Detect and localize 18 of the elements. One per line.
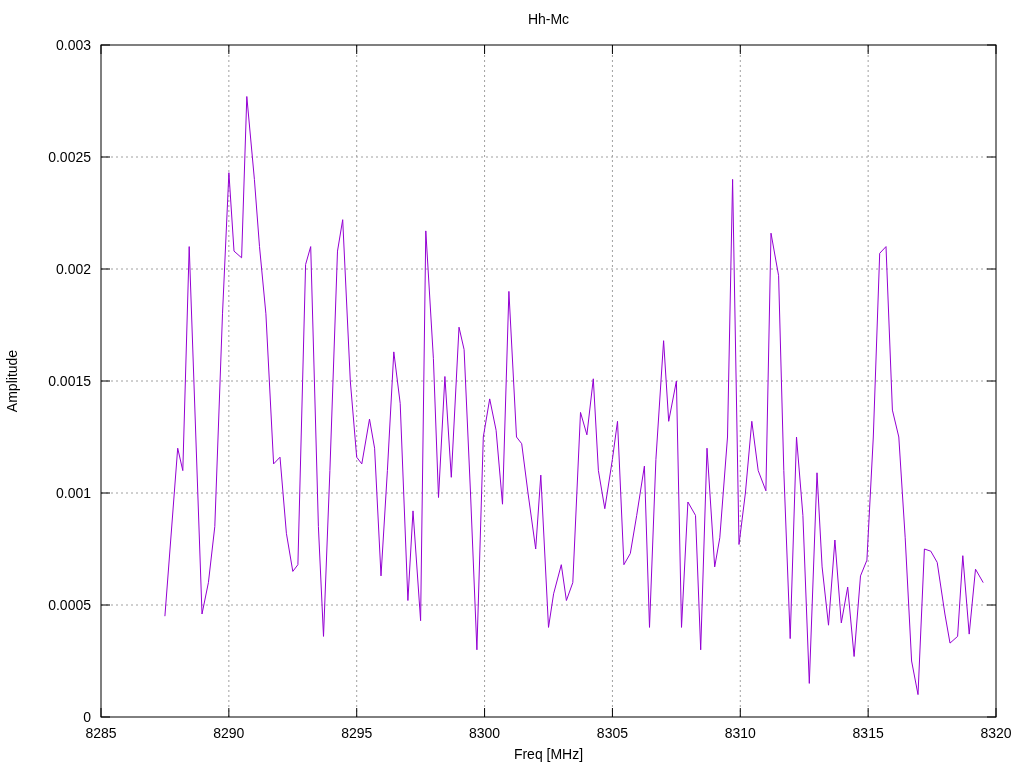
tick-label: 0.0015 [48, 373, 91, 389]
tick-label: 8295 [341, 725, 373, 741]
tick-label: 8310 [724, 725, 756, 741]
tick-label: 8290 [213, 725, 245, 741]
tick-label: 0.002 [55, 261, 91, 277]
tick-label: 8315 [852, 725, 884, 741]
tick-label: 8300 [469, 725, 501, 741]
tick-label: 0.003 [55, 37, 91, 53]
tick-label: 8305 [596, 725, 628, 741]
tick-label: 8320 [980, 725, 1012, 741]
tick-label: 0.001 [55, 485, 91, 501]
tick-label: 8285 [85, 725, 117, 741]
tick-label: 0.0005 [48, 597, 91, 613]
chart-title: Hh-Mc [527, 11, 570, 27]
axis-label: Freq [MHz] [513, 746, 584, 762]
tick-label: 0 [83, 709, 91, 725]
tick-label: 0.0025 [48, 149, 91, 165]
axis-label: Amplitude [4, 349, 20, 413]
